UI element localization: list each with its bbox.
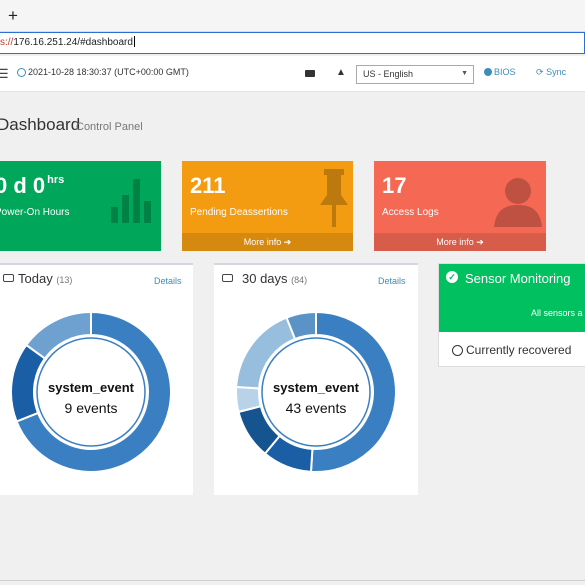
access-logs-label: Access Logs	[382, 207, 439, 218]
today-details-link[interactable]: Details	[154, 276, 182, 286]
inbox-icon	[3, 274, 14, 282]
url-text[interactable]: s://176.16.251.24/#dashboard	[0, 36, 135, 48]
bottom-divider	[0, 580, 585, 581]
address-bar[interactable]: s://176.16.251.24/#dashboard	[0, 32, 585, 54]
power-on-hours-value: 0 d 0 hrs	[0, 173, 65, 198]
url-host: 176.16.251.24/#dashboard	[13, 37, 133, 48]
power-on-hours-label: Power-On Hours	[0, 207, 70, 218]
today-donut-chart[interactable]	[0, 295, 193, 495]
page-title: Dashboard	[0, 115, 81, 134]
menu-icon[interactable]: ☰	[0, 66, 9, 82]
thirty-days-event-count: (84)	[291, 275, 308, 285]
thirty-days-details-link[interactable]: Details	[378, 276, 406, 286]
check-circle-icon: ✓	[446, 271, 458, 283]
sensor-monitoring-title: Sensor Monitoring	[465, 271, 571, 286]
currently-recovered-text: Currently recovered	[466, 343, 572, 357]
sync-label: Sync	[546, 67, 567, 77]
today-donut-segment-2[interactable]	[24, 310, 92, 360]
datetime-display: 2021-10-28 18:30:37 (UTC+00:00 GMT)	[28, 67, 189, 77]
sync-icon: ⟳	[536, 67, 544, 77]
top-navbar: ☰ 2021-10-28 18:30:37 (UTC+00:00 GMT) ▲ …	[0, 56, 585, 92]
thirty-days-donut-label: system_event	[273, 380, 359, 395]
sensor-status-text: All sensors a	[531, 308, 583, 318]
info-icon	[484, 68, 492, 76]
new-tab-button[interactable]: +	[8, 6, 18, 26]
url-scheme: s://	[0, 37, 14, 48]
user-icon	[494, 178, 542, 227]
hours-unit: hrs	[47, 174, 65, 186]
bar-chart-icon	[111, 179, 151, 223]
bios-link[interactable]: BIOS	[484, 67, 516, 77]
sensor-monitoring-panel: ✓ Sensor Monitoring All sensors a Curren…	[438, 263, 585, 367]
pending-deassertions-label: Pending Deassertions	[190, 207, 288, 218]
browser-tab-strip: +	[0, 0, 585, 32]
pending-deassertions-value: 211	[190, 173, 226, 198]
today-box-header: Today (13) Details	[0, 265, 193, 293]
clock-icon	[17, 68, 26, 77]
pushpin-icon	[320, 169, 348, 227]
envelope-icon[interactable]	[305, 70, 315, 77]
today-event-count: (13)	[56, 275, 73, 285]
thirty-days-donut-chart[interactable]	[214, 295, 418, 495]
today-events-box: Today (13) Details system_event 9 events	[0, 263, 193, 495]
warning-icon[interactable]: ▲	[336, 67, 346, 78]
page-subtitle: Control Panel	[76, 121, 143, 133]
inbox-icon	[222, 274, 233, 282]
power-on-hours-tile: 0 d 0 hrs Power-On Hours	[0, 161, 161, 251]
access-more-info-link[interactable]: More info ➔	[374, 233, 546, 251]
thirty-days-box-title: 30 days (84)	[242, 271, 308, 286]
chevron-down-icon: ▼	[461, 70, 468, 77]
pending-more-info-link[interactable]: More info ➔	[182, 233, 353, 251]
thirty-days-box-header: 30 days (84) Details	[214, 265, 418, 293]
thirty-days-donut-value: 43 events	[285, 400, 347, 416]
access-logs-value: 17	[382, 173, 407, 198]
today-box-title: Today (13)	[18, 271, 73, 286]
sync-link[interactable]: ⟳ Sync	[536, 67, 566, 78]
bios-label: BIOS	[494, 67, 516, 77]
check-circle-outline-icon	[452, 345, 463, 356]
language-selected: US - English	[363, 69, 414, 79]
pending-deassertions-tile: 211 Pending Deassertions More info ➔	[182, 161, 353, 251]
thirty-days-events-box: 30 days (84) Details system_event 43 eve…	[214, 263, 418, 495]
sensor-monitoring-header: ✓ Sensor Monitoring All sensors a	[439, 264, 585, 332]
today-donut-label: system_event	[48, 380, 134, 395]
thirty-days-donut-segment-4[interactable]	[235, 316, 297, 390]
access-logs-tile: 17 Access Logs More info ➔	[374, 161, 546, 251]
language-select[interactable]: US - English ▼	[356, 65, 474, 84]
text-caret	[133, 36, 135, 47]
today-donut-value: 9 events	[64, 400, 118, 416]
